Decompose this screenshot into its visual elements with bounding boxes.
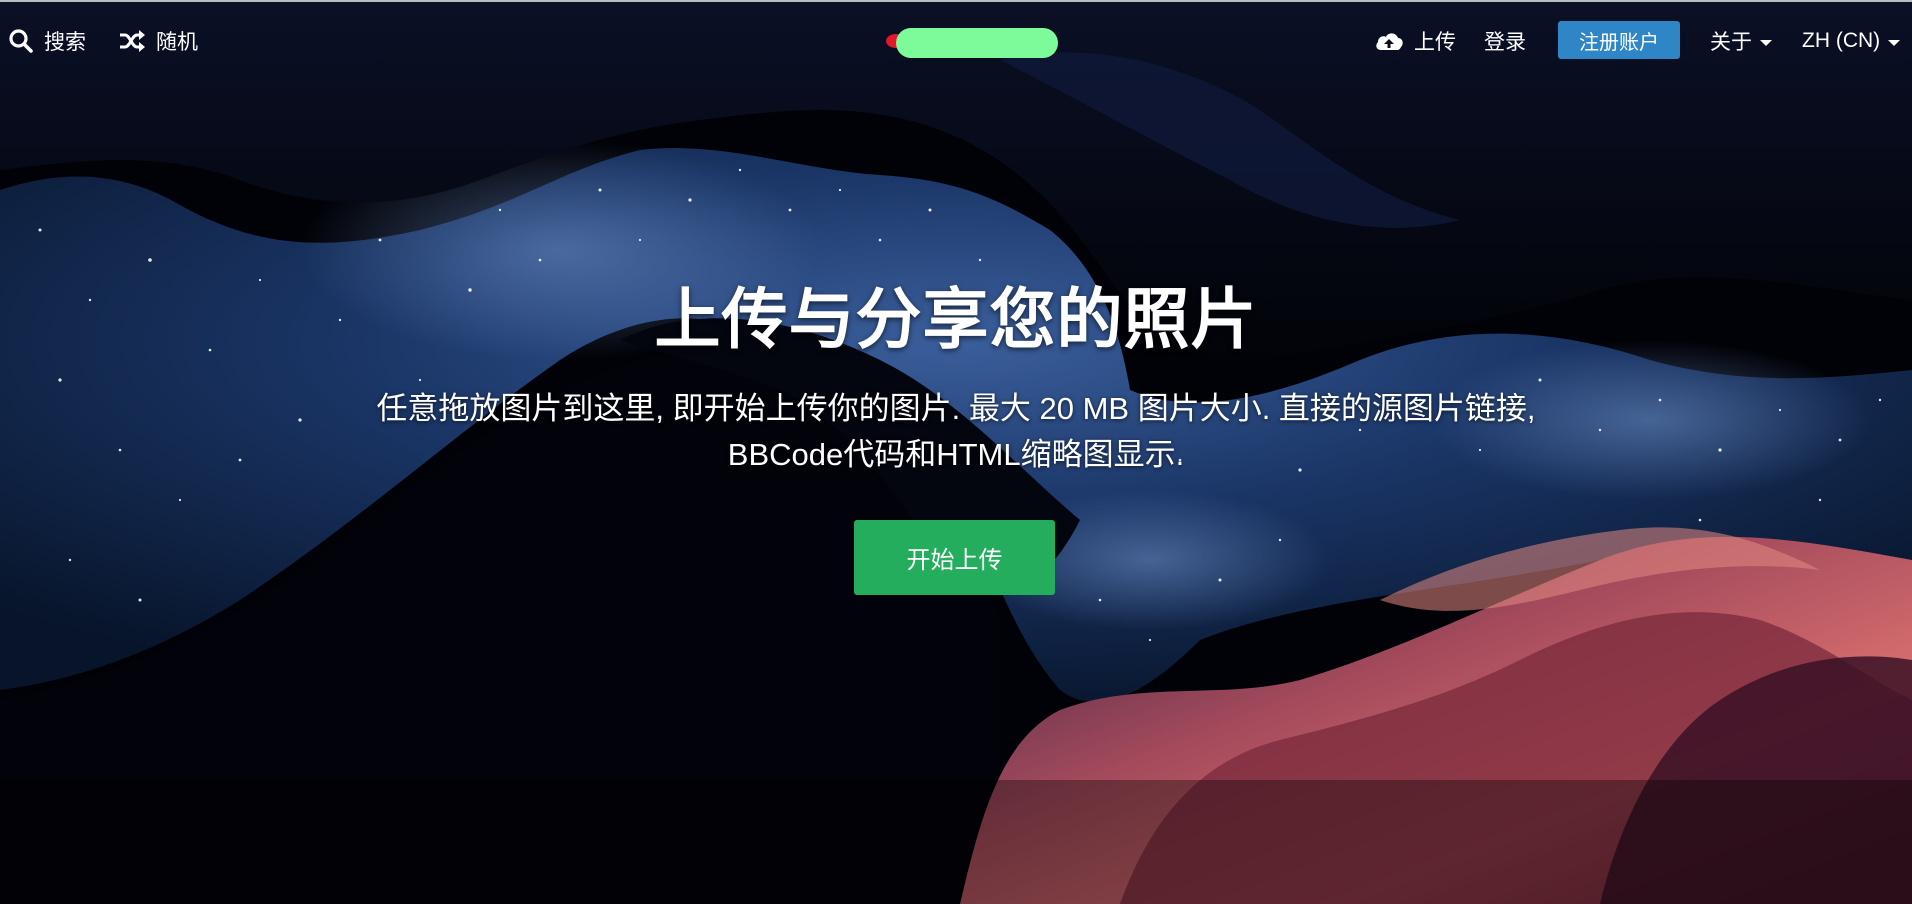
page: 搜索 随机 上传 登录 注册账户 关于 ZH (CN) 上传与分享您的照片 任意… (0, 0, 1912, 904)
start-upload-button[interactable]: 开始上传 (854, 520, 1055, 595)
language-label: ZH (CN) (1802, 29, 1881, 52)
caret-down-icon (1760, 39, 1772, 46)
signup-button[interactable]: 注册账户 (1558, 21, 1680, 59)
nav-login-label: 登录 (1484, 31, 1526, 54)
signup-button-label: 注册账户 (1579, 31, 1659, 54)
top-border-line (0, 0, 1912, 2)
nav-about-dropdown[interactable]: 关于 (1710, 24, 1772, 58)
nav-login[interactable]: 登录 (1484, 24, 1526, 58)
nav-search-label: 搜索 (44, 31, 86, 54)
nav-upload-label: 上传 (1414, 31, 1456, 54)
nav-upload[interactable]: 上传 (1374, 24, 1456, 58)
hero-description: 任意拖放图片到这里, 即开始上传你的图片. 最大 20 MB 图片大小. 直接的… (376, 391, 1536, 472)
nav-about-label: 关于 (1710, 31, 1752, 54)
top-navbar: 搜索 随机 上传 登录 注册账户 关于 ZH (CN) (0, 2, 1912, 78)
shuffle-icon (118, 29, 146, 53)
nav-random-label: 随机 (156, 31, 198, 54)
hero-title: 上传与分享您的照片 (654, 282, 1258, 356)
cloud-upload-icon (1374, 29, 1404, 53)
search-icon (8, 28, 34, 54)
site-logo[interactable] (880, 26, 1060, 60)
nav-random[interactable]: 随机 (118, 24, 198, 58)
nav-search[interactable]: 搜索 (8, 24, 86, 58)
caret-down-icon (1888, 39, 1901, 46)
start-upload-button-label: 开始上传 (906, 547, 1003, 574)
language-selector[interactable]: ZH (CN) (1802, 24, 1901, 58)
